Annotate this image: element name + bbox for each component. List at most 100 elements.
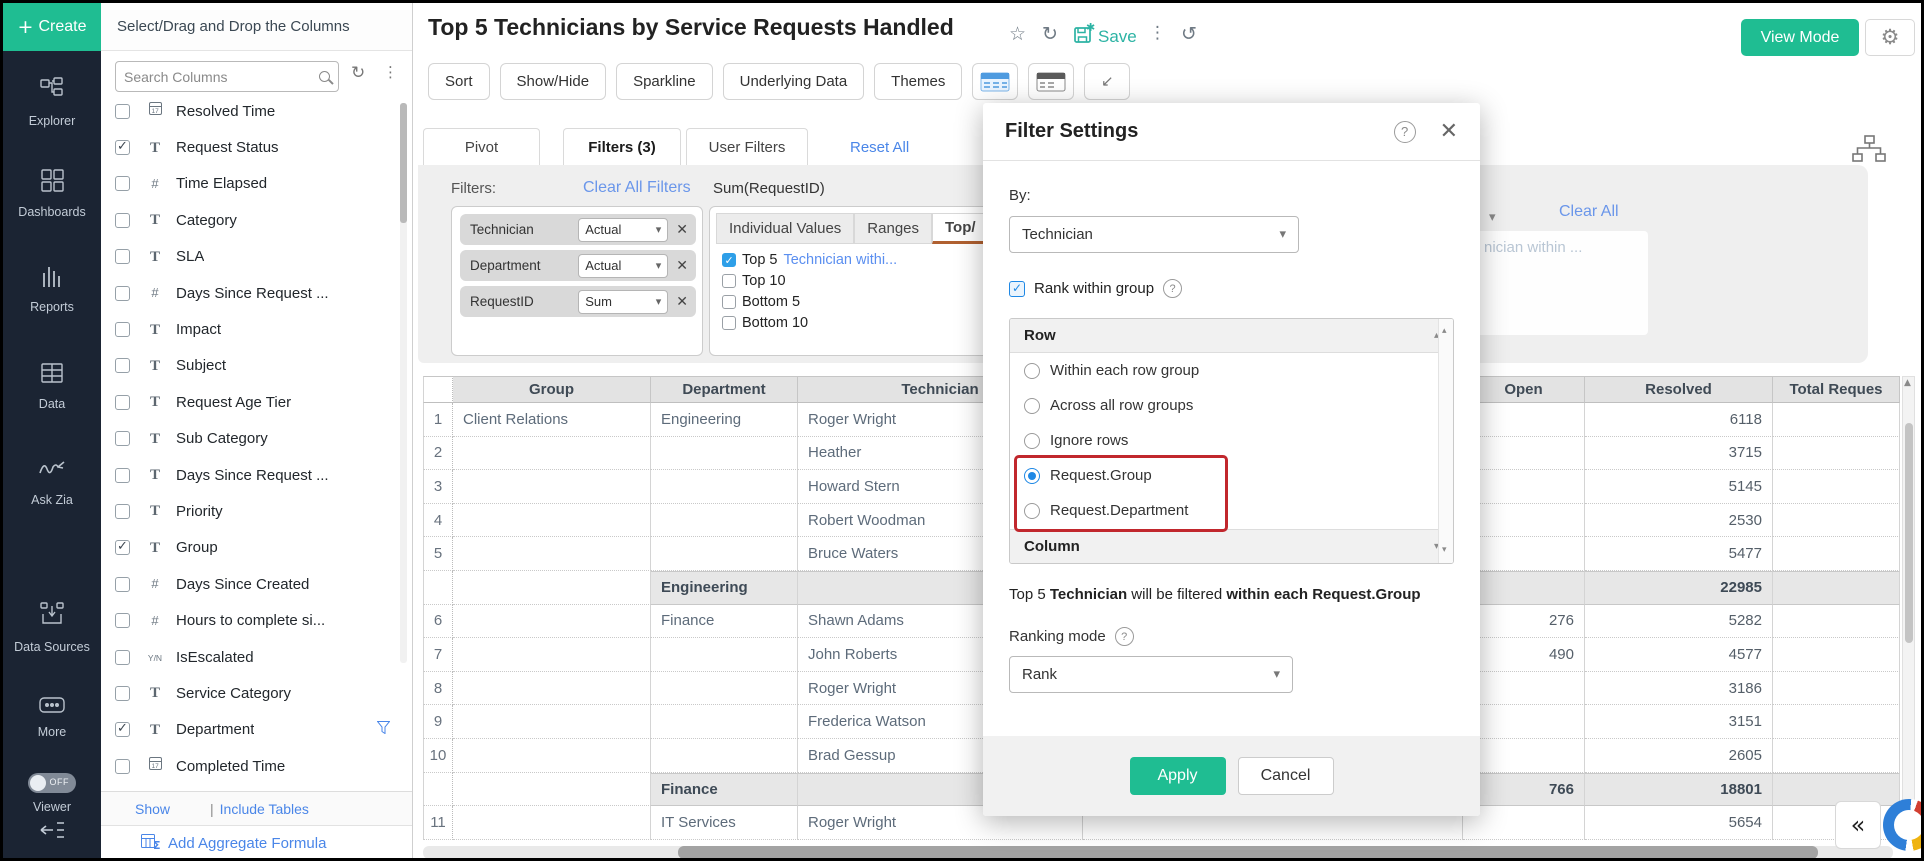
show-hide-button[interactable]: Show/Hide [500, 63, 607, 100]
checkbox-unchecked-icon[interactable] [115, 686, 130, 701]
apply-button[interactable]: Apply [1130, 757, 1226, 795]
radio-selected-icon[interactable] [1024, 468, 1040, 484]
checkbox-checked-icon[interactable] [115, 140, 130, 155]
remove-filter-icon[interactable]: ✕ [676, 259, 688, 273]
refresh-columns-icon[interactable]: ↻ [351, 65, 365, 82]
scrollbar-thumb[interactable] [1905, 423, 1913, 643]
top5-option[interactable]: Top 5 Technician withi... [722, 252, 897, 268]
checkbox-unchecked-icon[interactable] [115, 613, 130, 628]
radio-unselected-icon[interactable] [1024, 398, 1040, 414]
column-item[interactable]: Days Since Request ... [101, 275, 412, 311]
table-vertical-scrollbar[interactable]: ▲ [1902, 376, 1915, 840]
column-item[interactable]: Group [101, 530, 412, 566]
tab-pivot[interactable]: Pivot [423, 128, 540, 165]
sidebar-item-dashboards[interactable]: Dashboards [18, 167, 85, 220]
sidebar-item-reports[interactable]: Reports [30, 263, 74, 316]
reset-all-link[interactable]: Reset All [850, 139, 909, 156]
save-button[interactable]: ✱ Save [1073, 23, 1137, 50]
radio-across-all-row-groups[interactable]: Across all row groups [1010, 388, 1453, 423]
themes-button[interactable]: Themes [874, 63, 962, 100]
column-item[interactable]: IsEscalated [101, 639, 412, 675]
filter-chip-requestid[interactable]: RequestID Sum▾ ✕ [460, 286, 696, 317]
collapse-sidebar-icon[interactable] [37, 819, 67, 846]
radio-ignore-rows[interactable]: Ignore rows [1010, 423, 1453, 458]
checkbox-checked-icon[interactable] [722, 253, 736, 267]
kebab-menu-icon[interactable]: ⋮ [383, 65, 398, 80]
radio-unselected-icon[interactable] [1024, 363, 1040, 379]
checkbox-unchecked-icon[interactable] [115, 504, 130, 519]
show-link[interactable]: Show [135, 801, 170, 817]
col-header-open[interactable]: Open [1463, 376, 1585, 403]
column-item[interactable]: Category [101, 202, 412, 238]
settings-gear-button[interactable]: ⚙ [1865, 19, 1915, 56]
checkbox-unchecked-icon[interactable] [115, 650, 130, 665]
layout-dark-table-button[interactable] [1028, 63, 1074, 100]
chip-agg-select[interactable]: Sum▾ [578, 290, 668, 314]
column-item[interactable]: Service Category [101, 675, 412, 711]
column-item[interactable]: Sub Category [101, 421, 412, 457]
column-item[interactable]: Priority [101, 493, 412, 529]
close-icon[interactable]: ✕ [1440, 121, 1458, 143]
column-item[interactable]: Department [101, 712, 412, 748]
chip-agg-select[interactable]: Actual▾ [578, 218, 668, 242]
col-header-group[interactable]: Group [453, 376, 651, 403]
clear-all-link[interactable]: Clear All [1559, 203, 1619, 221]
table-horizontal-scrollbar[interactable] [423, 846, 1893, 859]
cancel-button[interactable]: Cancel [1238, 757, 1334, 795]
sidebar-item-more[interactable]: More [38, 696, 66, 741]
column-item[interactable]: Resolved Time [101, 102, 412, 129]
radio-unselected-icon[interactable] [1024, 433, 1040, 449]
tab-top-bottom[interactable]: Top/ [932, 213, 989, 244]
search-columns-box[interactable] [115, 61, 339, 92]
filter-funnel-icon[interactable] [377, 721, 390, 739]
column-item[interactable]: Completed Time [101, 748, 412, 784]
checkbox-unchecked-icon[interactable] [115, 577, 130, 592]
chip-agg-select[interactable]: Actual▾ [578, 254, 668, 278]
filter-chip-department[interactable]: Department Actual▾ ✕ [460, 250, 696, 281]
column-item[interactable]: Hours to complete si... [101, 602, 412, 638]
create-button[interactable]: + Create [3, 3, 101, 51]
help-icon[interactable]: ? [1115, 627, 1134, 646]
filter-chip-technician[interactable]: Technician Actual▾ ✕ [460, 214, 696, 245]
view-mode-button[interactable]: View Mode [1741, 19, 1859, 56]
radio-request-department[interactable]: Request.Department [1010, 493, 1453, 528]
col-header-resolved[interactable]: Resolved [1585, 376, 1773, 403]
checkbox-unchecked-icon[interactable] [115, 249, 130, 264]
tab-individual-values[interactable]: Individual Values [716, 213, 854, 244]
checkbox-unchecked-icon[interactable] [115, 286, 130, 301]
columns-scrollbar[interactable] [400, 103, 407, 663]
checkbox-unchecked-icon[interactable] [115, 468, 130, 483]
column-item[interactable]: Impact [101, 311, 412, 347]
remove-filter-icon[interactable]: ✕ [676, 295, 688, 309]
include-tables-link[interactable]: Include Tables [220, 801, 309, 817]
collapse-arrow-button[interactable]: ↙ [1084, 63, 1130, 100]
checkbox-unchecked-icon[interactable] [722, 295, 736, 309]
scrollbar-thumb[interactable] [400, 103, 407, 223]
checkbox-unchecked-icon[interactable] [115, 759, 130, 774]
radio-within-each-row-group[interactable]: Within each row group [1010, 353, 1453, 388]
column-item-partial[interactable] [101, 784, 412, 791]
col-header-total[interactable]: Total Reques [1773, 376, 1900, 403]
add-aggregate-formula-button[interactable]: Σ Add Aggregate Formula [101, 825, 412, 861]
checkbox-unchecked-icon[interactable] [115, 358, 130, 373]
viewer-toggle-off[interactable]: OFF [28, 773, 76, 793]
listbox-scrollbar[interactable]: ▴▾ [1438, 319, 1453, 563]
scrollbar-thumb[interactable] [678, 846, 1818, 859]
tab-ranges[interactable]: Ranges [854, 213, 932, 244]
sidebar-item-data-sources[interactable]: Data Sources [14, 600, 90, 655]
checkbox-checked-icon[interactable] [1009, 281, 1025, 297]
by-field-select[interactable]: Technician ▾ [1009, 216, 1299, 253]
sidebar-item-data[interactable]: Data [39, 360, 65, 413]
bottom5-option[interactable]: Bottom 5 [722, 294, 800, 310]
favorite-star-icon[interactable]: ☆ [1009, 25, 1026, 44]
scroll-up-icon[interactable]: ▲ [1904, 379, 1911, 388]
column-item[interactable]: Subject [101, 348, 412, 384]
checkbox-unchecked-icon[interactable] [722, 316, 736, 330]
sidebar-item-ask-zia[interactable]: Ask Zia [31, 457, 73, 508]
help-icon[interactable]: ? [1163, 279, 1182, 298]
help-icon[interactable]: ? [1394, 121, 1416, 143]
checkbox-unchecked-icon[interactable] [115, 395, 130, 410]
column-item[interactable]: Request Status [101, 129, 412, 165]
refresh-report-icon[interactable]: ↻ [1042, 25, 1058, 44]
checkbox-unchecked-icon[interactable] [115, 431, 130, 446]
